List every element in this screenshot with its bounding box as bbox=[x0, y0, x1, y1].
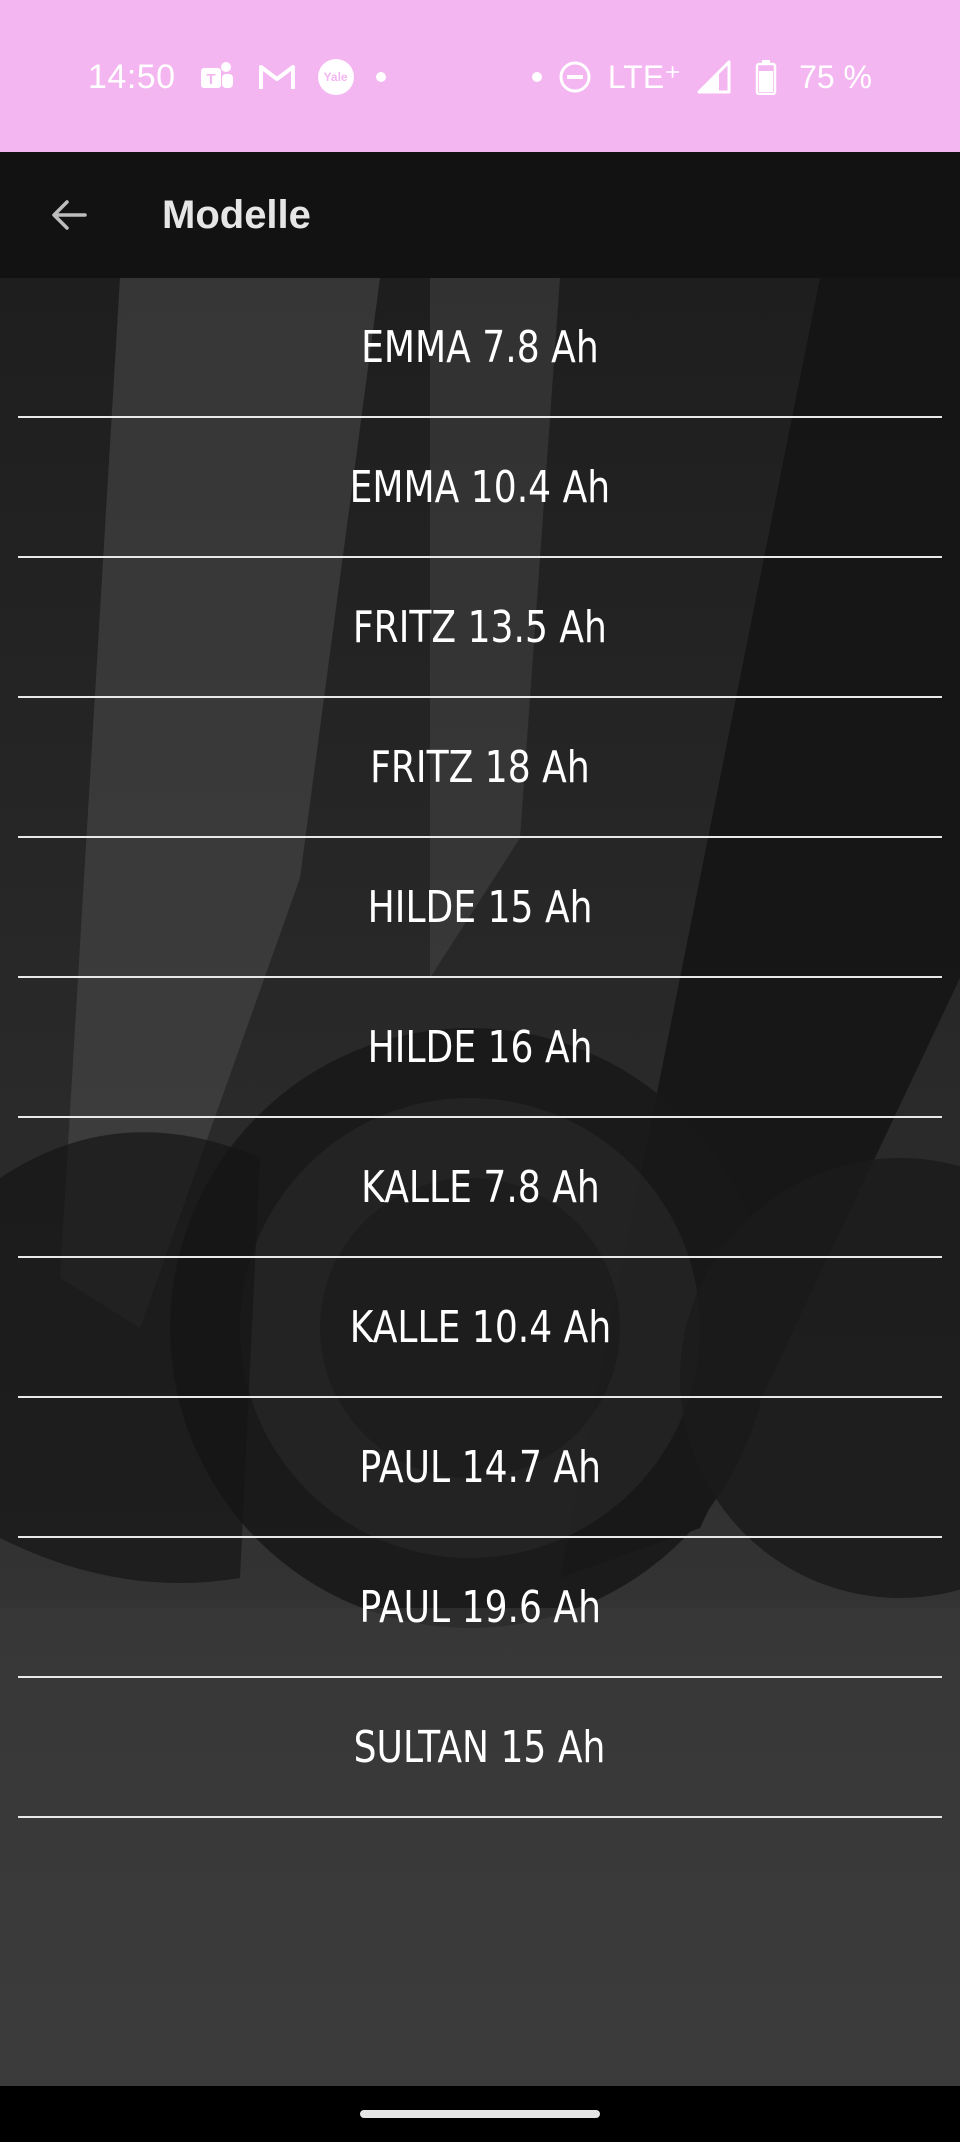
list-item[interactable]: EMMA 10.4 Ah bbox=[18, 418, 942, 558]
list-item[interactable]: SULTAN 15 Ah bbox=[18, 1678, 942, 1818]
list-item[interactable]: HILDE 15 Ah bbox=[18, 838, 942, 978]
list-item-label: HILDE 16 Ah bbox=[367, 1021, 593, 1073]
gmail-icon bbox=[258, 58, 296, 96]
list-item[interactable]: FRITZ 18 Ah bbox=[18, 698, 942, 838]
page-title: Modelle bbox=[162, 193, 311, 237]
svg-text:T: T bbox=[206, 71, 215, 88]
list-item-label: FRITZ 13.5 Ah bbox=[352, 601, 608, 653]
yale-icon: Yale bbox=[317, 59, 354, 95]
list-item[interactable]: HILDE 16 Ah bbox=[18, 978, 942, 1118]
system-navigation-bar bbox=[0, 2086, 960, 2142]
list-item-label: SULTAN 15 Ah bbox=[354, 1721, 606, 1773]
list-item[interactable]: FRITZ 13.5 Ah bbox=[18, 558, 942, 698]
model-list: EMMA 7.8 Ah EMMA 10.4 Ah FRITZ 13.5 Ah F… bbox=[18, 278, 942, 1818]
list-item-label: KALLE 7.8 Ah bbox=[360, 1161, 600, 1213]
signal-icon bbox=[695, 58, 733, 96]
model-list-screen: EMMA 7.8 Ah EMMA 10.4 Ah FRITZ 13.5 Ah F… bbox=[0, 278, 960, 2086]
list-item[interactable]: EMMA 7.8 Ah bbox=[18, 278, 942, 418]
battery-icon bbox=[747, 58, 785, 96]
list-item[interactable]: PAUL 14.7 Ah bbox=[18, 1398, 942, 1538]
list-item[interactable]: KALLE 7.8 Ah bbox=[18, 1118, 942, 1258]
back-button[interactable] bbox=[36, 182, 102, 248]
network-type: LTE⁺ bbox=[607, 59, 682, 95]
arrow-back-icon bbox=[52, 200, 87, 230]
list-item-label: PAUL 14.7 Ah bbox=[359, 1441, 601, 1493]
status-bar: 14:50 T Yale LTE⁺ 75 % bbox=[0, 0, 960, 152]
notification-dot bbox=[531, 72, 542, 82]
list-item-label: KALLE 10.4 Ah bbox=[349, 1301, 611, 1353]
status-left: 14:50 T Yale bbox=[88, 52, 386, 102]
list-item-label: HILDE 15 Ah bbox=[367, 881, 593, 933]
home-gesture-handle[interactable] bbox=[360, 2110, 600, 2118]
list-item-label: EMMA 7.8 Ah bbox=[361, 321, 599, 373]
list-item-label: FRITZ 18 Ah bbox=[370, 741, 590, 793]
status-right: LTE⁺ 75 % bbox=[531, 52, 872, 102]
teams-icon: T bbox=[198, 58, 236, 96]
battery-level: 75 % bbox=[799, 58, 872, 95]
list-item-label: PAUL 19.6 Ah bbox=[359, 1581, 601, 1633]
notification-dot bbox=[375, 72, 386, 82]
do-not-disturb-icon bbox=[556, 58, 594, 96]
list-item[interactable]: PAUL 19.6 Ah bbox=[18, 1538, 942, 1678]
app-bar: Modelle bbox=[0, 152, 960, 278]
list-item[interactable]: KALLE 10.4 Ah bbox=[18, 1258, 942, 1398]
status-time: 14:50 bbox=[88, 57, 176, 96]
list-item-label: EMMA 10.4 Ah bbox=[349, 461, 611, 513]
